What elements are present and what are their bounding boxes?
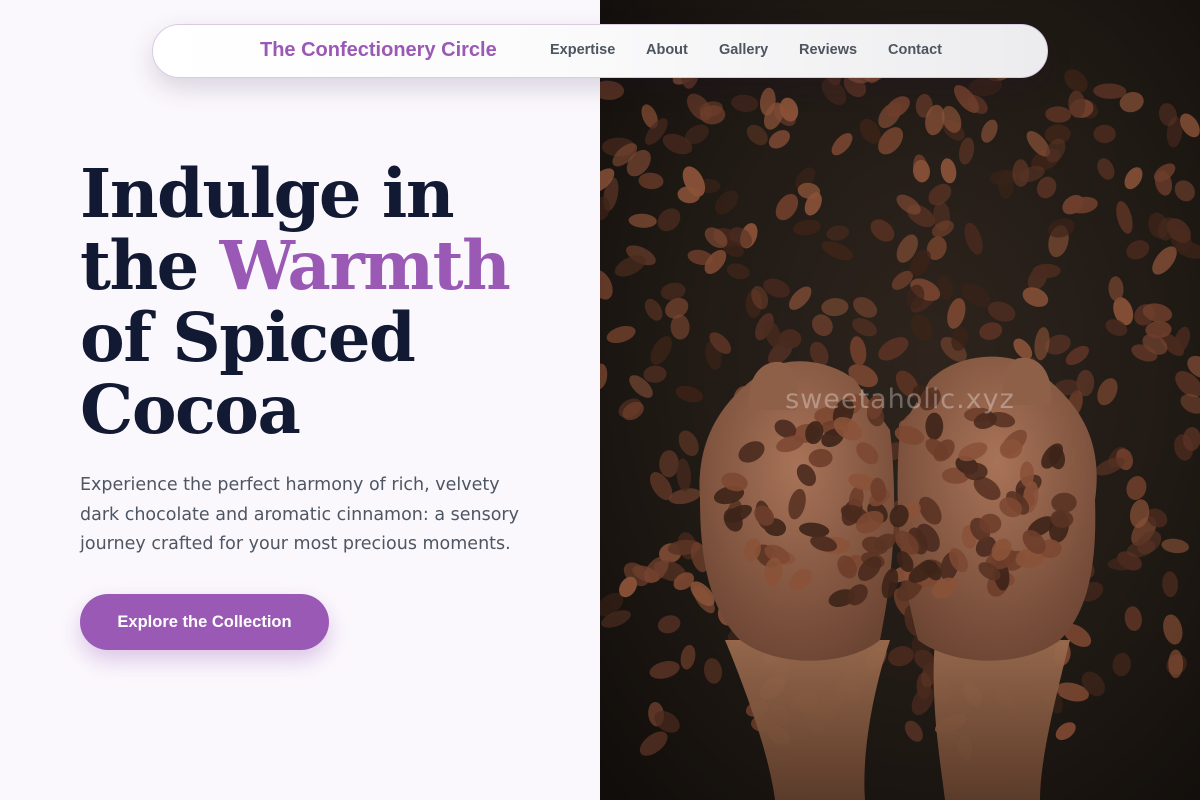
cocoa-beans-photo	[600, 0, 1200, 800]
hero-title-text: of Spiced	[80, 298, 416, 377]
nav-item: About	[646, 42, 719, 58]
top-navbar: The Confectionery Circle Expertise About…	[152, 24, 1048, 78]
hero-title-line-4: Cocoa	[80, 374, 580, 446]
nav-link-reviews[interactable]: Reviews	[799, 42, 888, 58]
nav-link-gallery[interactable]: Gallery	[719, 42, 799, 58]
nav-links: Expertise About Gallery Reviews Contact	[550, 42, 948, 58]
hero-title-text: Cocoa	[80, 370, 301, 449]
hero-title-text: Indulge in	[80, 154, 455, 233]
nav-item: Reviews	[799, 42, 888, 58]
explore-collection-button[interactable]: Explore the Collection	[80, 593, 329, 650]
nav-link-expertise[interactable]: Expertise	[550, 42, 646, 58]
brand-logo-link[interactable]: The Confectionery Circle	[260, 39, 497, 62]
hero-title-accent-word: Warmth	[219, 226, 511, 305]
nav-item: Expertise	[550, 42, 646, 58]
hero-title-line-1: Indulge in	[80, 158, 580, 230]
hero-title: Indulge in the Warmth of Spiced Cocoa	[80, 158, 580, 446]
hero-title-text: the	[80, 226, 220, 305]
hero-image: sweetaholic.xyz	[600, 0, 1200, 800]
hero-section: Indulge in the Warmth of Spiced Cocoa Ex…	[80, 158, 580, 650]
nav-item: Contact	[888, 42, 948, 58]
hero-description: Experience the perfect harmony of rich, …	[80, 475, 519, 554]
hero-title-line-2: the Warmth	[80, 230, 580, 302]
nav-item: Gallery	[719, 42, 799, 58]
nav-link-contact[interactable]: Contact	[888, 42, 948, 58]
hero-title-line-3: of Spiced	[80, 302, 580, 374]
nav-link-about[interactable]: About	[646, 42, 719, 58]
